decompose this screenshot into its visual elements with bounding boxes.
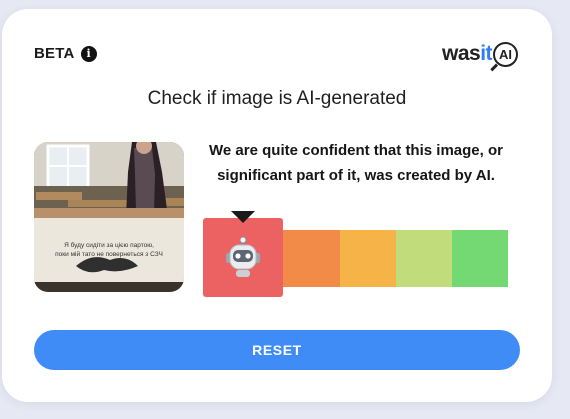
scale-pointer-icon bbox=[231, 211, 255, 223]
uploaded-image-graphic: Я буду сидіти за цією партою, поки мій т… bbox=[34, 142, 184, 292]
logo-wordmark: wasit bbox=[442, 42, 493, 66]
uploaded-image: Я буду сидіти за цією партою, поки мій т… bbox=[34, 142, 184, 292]
logo-text-was: was bbox=[442, 42, 481, 65]
info-icon[interactable]: i bbox=[80, 45, 97, 62]
beta-badge: BETA i bbox=[34, 45, 97, 62]
page-title: Check if image is AI-generated bbox=[147, 88, 407, 109]
wasitai-logo[interactable]: wasit AI bbox=[442, 39, 519, 69]
result-card: BETA i wasit AI Check if image is AI-gen… bbox=[2, 9, 552, 402]
logo-text-it: it bbox=[480, 42, 493, 65]
scale-segment-3 bbox=[340, 230, 396, 287]
verdict-line: significant part of it, was created by A… bbox=[217, 167, 495, 184]
scale-segment-4 bbox=[396, 230, 452, 287]
confidence-scale bbox=[203, 211, 508, 297]
scale-segment-5 bbox=[452, 230, 508, 287]
verdict-line: We are quite confident that this image, … bbox=[209, 142, 503, 159]
robot-icon bbox=[226, 236, 260, 277]
reset-button[interactable]: RESET bbox=[34, 330, 520, 370]
photo-caption-line-2: поки мій тато не повернеться з СЗЧ bbox=[55, 250, 163, 258]
photo-caption-line-1: Я буду сидіти за цією партою, bbox=[64, 241, 154, 249]
scale-segment-2 bbox=[283, 230, 340, 287]
beta-label: BETA bbox=[34, 45, 75, 62]
verdict-text: We are quite confident that this image, … bbox=[200, 138, 512, 188]
magnifier-ai-icon: AI bbox=[493, 41, 519, 67]
scale-segment-1-selected bbox=[203, 218, 283, 297]
